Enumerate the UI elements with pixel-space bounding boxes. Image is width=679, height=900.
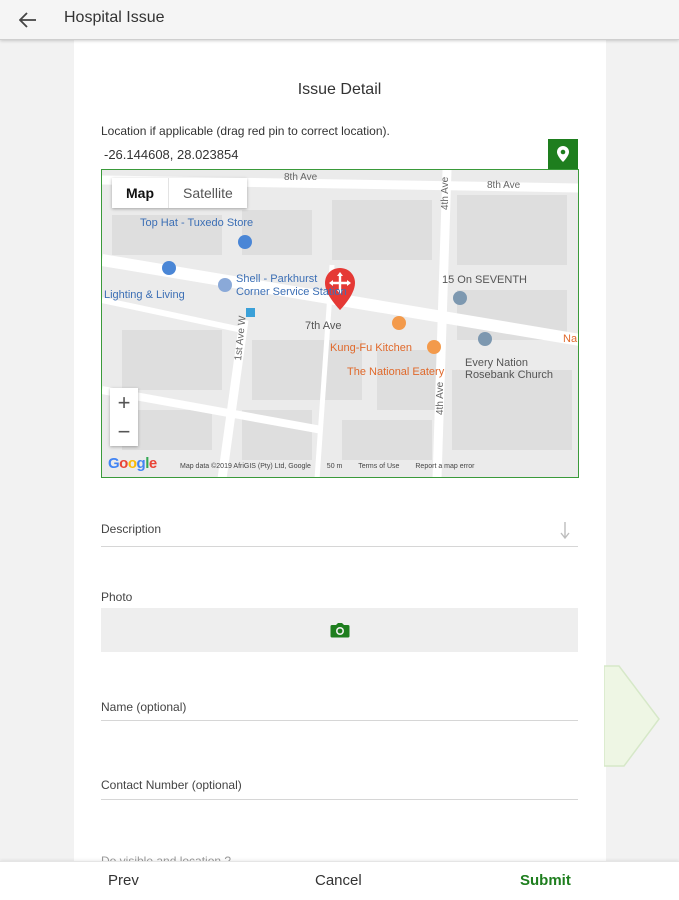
poi-label: Every Nation — [465, 357, 528, 369]
report-link[interactable]: Report a map error — [415, 463, 474, 470]
poi-label: 15 On SEVENTH — [442, 274, 527, 286]
poi-label: Kung-Fu Kitchen — [330, 342, 412, 354]
street-label: 4th Ave — [440, 176, 451, 210]
name-label: Name (optional) — [101, 700, 187, 714]
zoom-in-button[interactable]: + — [110, 388, 138, 417]
next-page-arrow-icon[interactable] — [604, 664, 662, 768]
app-bar: Hospital Issue — [0, 0, 679, 40]
map-attribution: Map data ©2019 AfriGIS (Pty) Ltd, Google… — [180, 463, 489, 470]
coordinates-value: -26.144608, 28.023854 — [104, 147, 239, 162]
locate-button[interactable] — [548, 139, 578, 169]
section-heading: Issue Detail — [297, 81, 382, 98]
scale-text: 50 m — [326, 463, 343, 470]
map-type-satellite[interactable]: Satellite — [169, 178, 247, 208]
zoom-controls: + − — [110, 388, 138, 446]
poi-label: Lighting & Living — [104, 289, 185, 301]
camera-icon — [330, 623, 349, 638]
photo-label: Photo — [101, 590, 133, 604]
poi-label: The National Eatery — [347, 366, 445, 378]
map-marker-icon — [557, 146, 569, 162]
street-label: 8th Ave — [487, 180, 521, 191]
back-button[interactable] — [14, 6, 42, 34]
poi-label: Rosebank Church — [465, 369, 554, 381]
street-label: 8th Ave — [284, 172, 318, 183]
attribution-text: Map data ©2019 AfriGIS (Pty) Ltd, Google — [180, 463, 311, 470]
poi-label: Corner Service Station — [236, 286, 347, 298]
photo-upload-button[interactable] — [101, 608, 578, 652]
arrow-left-icon — [19, 12, 36, 28]
street-label: 7th Ave — [305, 320, 342, 332]
bottom-action-bar: Prev Cancel Submit — [0, 861, 679, 900]
street-label: 4th Ave — [435, 381, 446, 415]
poi-label: Shell - Parkhurst — [236, 273, 318, 285]
terms-link[interactable]: Terms of Use — [358, 463, 399, 470]
contact-number-field[interactable]: Contact Number (optional) — [101, 778, 578, 800]
page-title: Hospital Issue — [64, 9, 165, 26]
name-field[interactable]: Name (optional) — [101, 700, 578, 721]
location-map[interactable]: Map Satellite 8th Ave 8th Ave Top Hat - … — [101, 169, 579, 478]
google-logo: Google — [108, 455, 157, 472]
poi-label: Top Hat - Tuxedo Store — [140, 217, 254, 229]
poi-label: Na — [563, 333, 578, 345]
description-field[interactable]: Description — [101, 522, 578, 547]
zoom-out-button[interactable]: − — [110, 417, 138, 446]
map-type-switch: Map Satellite — [112, 178, 247, 208]
map-type-map[interactable]: Map — [112, 178, 169, 208]
submit-button[interactable]: Submit — [520, 872, 571, 889]
cancel-button[interactable]: Cancel — [315, 872, 362, 889]
contact-label: Contact Number (optional) — [101, 778, 242, 792]
prev-button[interactable]: Prev — [108, 872, 139, 889]
description-label: Description — [101, 522, 162, 536]
resize-handle-icon — [560, 522, 570, 540]
location-label: Location if applicable (drag red pin to … — [101, 124, 390, 138]
